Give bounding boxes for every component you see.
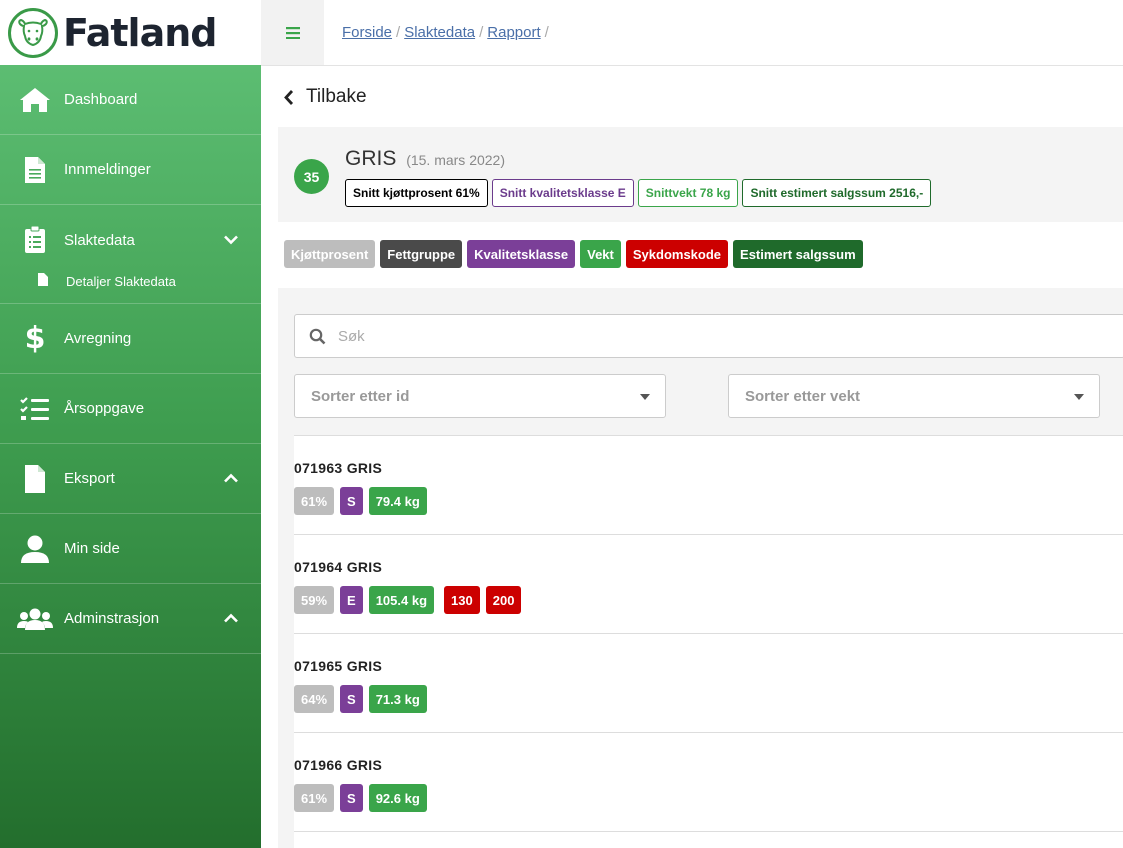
sidebar-group-slaktedata: Slaktedata Detaljer Slaktedata: [0, 205, 261, 304]
avg-meat-percent-badge: Snitt kjøttprosent 61%: [345, 179, 488, 207]
home-icon: [0, 87, 64, 113]
animal-tags: 64% S 71.3 kg: [294, 685, 427, 713]
chevron-up-icon[interactable]: [223, 470, 239, 487]
breadcrumb-slaktedata[interactable]: Slaktedata: [404, 24, 475, 41]
sidebar-subitem-label: Detaljer Slaktedata: [66, 273, 176, 289]
file-icon: [0, 464, 64, 494]
quality-class-tag: S: [340, 784, 363, 812]
weight-tag: 71.3 kg: [368, 685, 427, 713]
summary-panel: 35 GRIS (15. mars 2022) Snitt kjøttprose…: [278, 127, 1123, 222]
back-label: Tilbake: [306, 86, 367, 107]
avg-sales-sum-badge: Snitt estimert salgssum 2516,-: [742, 179, 932, 207]
animal-list: 071963 GRIS 61% S 79.4 kg 071964 GRIS 59…: [294, 435, 1123, 848]
avg-weight-badge: Snittvekt 78 kg: [637, 179, 739, 207]
search-icon: [309, 328, 326, 344]
report-date: (15. mars 2022): [406, 152, 506, 168]
sidebar-item-label: Slaktedata: [64, 231, 135, 249]
search-input[interactable]: [338, 327, 938, 345]
sidebar-item-avregning[interactable]: $ Avregning: [0, 304, 261, 374]
top-bar: Forside / Slaktedata / Rapport /: [261, 0, 1123, 66]
search-field[interactable]: [294, 314, 1123, 358]
weight-tag: 92.6 kg: [368, 784, 427, 812]
sidebar-item-min-side[interactable]: Min side: [0, 514, 261, 584]
animal-tags: 61% S 79.4 kg: [294, 487, 427, 515]
sidebar-item-slaktedata[interactable]: Slaktedata: [0, 205, 261, 275]
cow-logo-icon: [8, 7, 58, 58]
animal-type: GRIS: [345, 147, 397, 170]
list-item-divider: [294, 831, 1123, 848]
dollar-icon: $: [24, 321, 46, 356]
avg-quality-class-badge: Snitt kvalitetsklasse E: [491, 179, 634, 207]
weight-tag: 79.4 kg: [368, 487, 427, 515]
back-button[interactable]: Tilbake: [283, 86, 367, 108]
meat-percent-tag: 64%: [294, 685, 335, 713]
sidebar-item-label: Eksport: [64, 470, 115, 487]
count-badge: 35: [294, 159, 329, 194]
legend-fat-group: Fettgruppe: [380, 240, 463, 268]
meat-percent-tag: 59%: [294, 586, 335, 614]
brand-name: Fatland: [63, 10, 217, 55]
hamburger-menu-button[interactable]: [261, 0, 324, 65]
legend-meat-percent: Kjøttprosent: [284, 240, 376, 268]
document-icon: [0, 156, 64, 184]
file-icon: [38, 273, 48, 289]
sidebar-item-label: Årsoppgave: [64, 400, 145, 417]
sort-by-weight-select[interactable]: Sorter etter vekt: [728, 374, 1100, 418]
sidebar-item-label: Innmeldinger: [64, 161, 151, 178]
animal-tags: 61% S 92.6 kg: [294, 784, 427, 812]
sidebar-item-dashboard[interactable]: Dashboard: [0, 65, 261, 135]
legend-estimated-sales: Estimert salgssum: [733, 240, 863, 268]
quality-class-tag: E: [340, 586, 363, 614]
animal-id: 071963 GRIS: [294, 460, 383, 476]
quality-class-tag: S: [340, 487, 363, 515]
breadcrumb-forside[interactable]: Forside: [342, 24, 392, 41]
meat-percent-tag: 61%: [294, 487, 335, 515]
summary-badges: Snitt kjøttprosent 61% Snitt kvalitetskl…: [345, 179, 932, 207]
brand-logo[interactable]: Fatland: [0, 0, 261, 65]
animal-tags: 59% E 105.4 kg 130 200: [294, 586, 522, 614]
sidebar-item-label: Adminstrasjon: [64, 610, 160, 627]
animal-id: 071964 GRIS: [294, 559, 383, 575]
users-icon: [0, 608, 64, 630]
sidebar-item-adminstrasjon[interactable]: Adminstrasjon: [0, 584, 261, 654]
weight-tag: 105.4 kg: [368, 586, 435, 614]
sort-by-id-select[interactable]: Sorter etter id: [294, 374, 666, 418]
sort-by-weight-value: Sorter etter vekt: [745, 387, 861, 405]
quality-class-tag: S: [340, 685, 363, 713]
disease-code-tag: 130: [444, 586, 480, 614]
legend: Kjøttprosent Fettgruppe Kvalitetsklasse …: [284, 240, 863, 268]
animal-id: 071965 GRIS: [294, 658, 383, 674]
breadcrumb-rapport[interactable]: Rapport: [487, 24, 540, 41]
chevron-left-icon: [284, 89, 294, 105]
caret-down-icon: [1074, 394, 1084, 400]
main-content: Tilbake 35 GRIS (15. mars 2022) Snitt kj…: [261, 66, 1123, 848]
checklist-icon: [0, 396, 64, 421]
sidebar-item-label: Avregning: [64, 330, 132, 347]
sort-by-id-value: Sorter etter id: [311, 387, 410, 405]
chevron-down-icon[interactable]: [223, 232, 239, 249]
list-item[interactable]: 071965 GRIS 64% S 71.3 kg: [294, 633, 1123, 732]
animal-id: 071966 GRIS: [294, 757, 383, 773]
sidebar-item-innmeldinger[interactable]: Innmeldinger: [0, 135, 261, 205]
legend-weight: Vekt: [580, 240, 621, 268]
legend-disease-code: Sykdomskode: [625, 240, 729, 268]
sidebar-item-eksport[interactable]: Eksport: [0, 444, 261, 514]
hamburger-icon: [285, 26, 300, 39]
list-item[interactable]: 071966 GRIS 61% S 92.6 kg: [294, 732, 1123, 831]
list-item[interactable]: 071964 GRIS 59% E 105.4 kg 130 200: [294, 534, 1123, 633]
sidebar: Dashboard Innmeldinger Slaktedata Detalj…: [0, 65, 261, 848]
animal-title: GRIS (15. mars 2022): [345, 147, 505, 171]
meat-percent-tag: 61%: [294, 784, 335, 812]
sidebar-item-label: Min side: [64, 540, 120, 557]
clipboard-list-icon: [0, 226, 64, 254]
disease-code-tag: 200: [485, 586, 522, 614]
chevron-up-icon[interactable]: [223, 610, 239, 627]
user-icon: [0, 535, 64, 563]
caret-down-icon: [640, 394, 650, 400]
list-item[interactable]: 071963 GRIS 61% S 79.4 kg: [294, 435, 1123, 534]
legend-quality-class: Kvalitetsklasse: [467, 240, 576, 268]
sidebar-item-arsoppgave[interactable]: Årsoppgave: [0, 374, 261, 444]
sidebar-item-label: Dashboard: [64, 91, 138, 108]
breadcrumb: Forside / Slaktedata / Rapport /: [342, 24, 549, 41]
